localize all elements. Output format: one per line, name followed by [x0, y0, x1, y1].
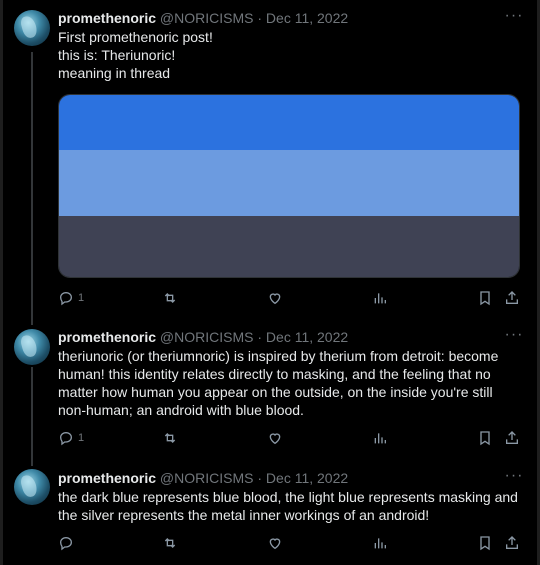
- bookmark-icon: [480, 536, 490, 551]
- display-name[interactable]: promethenoric: [58, 10, 156, 26]
- flag-image[interactable]: [58, 94, 520, 278]
- separator: ·: [257, 470, 263, 486]
- separator: ·: [257, 329, 263, 345]
- flag-stripe-silver: [59, 216, 519, 277]
- share-button[interactable]: [504, 290, 520, 306]
- tweet-text-line: non-human; an android with blue blood.: [58, 402, 304, 418]
- action-bar: 1: [58, 290, 528, 310]
- tweet-header: promethenoric @NORICISMS · Dec 11, 2022: [58, 9, 348, 27]
- more-options-icon[interactable]: ···: [503, 468, 525, 488]
- bookmark-button[interactable]: [477, 430, 493, 446]
- bookmark-button[interactable]: [477, 535, 493, 551]
- tweet-text-line: meaning in thread: [58, 65, 171, 81]
- reply-icon: [59, 431, 73, 446]
- tweet[interactable]: promethenoric @NORICISMS · Dec 11, 2022 …: [0, 460, 540, 565]
- share-icon: [506, 431, 518, 444]
- like-icon: [269, 293, 281, 305]
- share-button[interactable]: [504, 430, 520, 446]
- flag-stripe-light-blue: [59, 150, 519, 216]
- tweet-text: the dark blue represents blue blood, the…: [58, 488, 528, 524]
- retweet-icon: [164, 433, 176, 443]
- views-button[interactable]: [372, 430, 388, 446]
- tweet-text-line: the dark blue represents blue blood, the…: [58, 489, 518, 505]
- share-icon: [506, 536, 518, 549]
- like-button[interactable]: [267, 290, 283, 306]
- like-icon: [269, 433, 281, 445]
- views-icon: [374, 538, 386, 549]
- retweet-button[interactable]: [162, 430, 178, 446]
- tweet-text-line: matter how human you appear on the outsi…: [58, 384, 493, 400]
- avatar[interactable]: [14, 469, 50, 505]
- reply-count: 1: [78, 432, 85, 444]
- reply-icon: [59, 291, 73, 306]
- bookmark-icon: [480, 431, 490, 446]
- tweet[interactable]: promethenoric @NORICISMS · Dec 11, 2022 …: [0, 0, 540, 320]
- tweet-text: theriunoric (or theriumnoric) is inspire…: [58, 347, 528, 419]
- reply-count: 1: [78, 292, 85, 304]
- tweet-header: promethenoric @NORICISMS · Dec 11, 2022: [58, 328, 348, 346]
- reply-icon: [59, 536, 73, 551]
- reply-button[interactable]: 1: [58, 430, 84, 446]
- views-icon: [374, 433, 386, 444]
- share-icon: [506, 291, 518, 304]
- tweet-header: promethenoric @NORICISMS · Dec 11, 2022: [58, 469, 348, 487]
- retweet-icon: [164, 293, 176, 303]
- views-icon: [374, 293, 386, 304]
- views-button[interactable]: [372, 535, 388, 551]
- tweet-text-line: theriunoric (or theriumnoric) is inspire…: [58, 348, 499, 364]
- like-icon: [269, 538, 281, 550]
- bookmark-button[interactable]: [477, 290, 493, 306]
- like-button[interactable]: [267, 430, 283, 446]
- tweet-text-line: the silver represents the metal inner wo…: [58, 507, 430, 523]
- more-options-icon[interactable]: ···: [503, 327, 525, 347]
- timestamp[interactable]: Dec 11, 2022: [266, 470, 348, 486]
- timestamp[interactable]: Dec 11, 2022: [266, 10, 348, 26]
- display-name[interactable]: promethenoric: [58, 470, 156, 486]
- separator: ·: [257, 10, 263, 26]
- tweet-text-line: human! this identity relates directly to…: [58, 366, 491, 382]
- avatar[interactable]: [14, 10, 50, 46]
- retweet-icon: [164, 538, 176, 548]
- bookmark-icon: [480, 291, 490, 306]
- action-bar: 1: [58, 430, 528, 450]
- reply-button[interactable]: [58, 535, 78, 551]
- views-button[interactable]: [372, 290, 388, 306]
- action-bar: [58, 535, 528, 555]
- handle[interactable]: @NORICISMS: [160, 10, 254, 26]
- flag-stripe-dark-blue: [59, 95, 519, 150]
- retweet-button[interactable]: [162, 535, 178, 551]
- more-options-icon[interactable]: ···: [503, 8, 525, 28]
- tweet-text-line: First promethenoric post!: [58, 29, 213, 45]
- handle[interactable]: @NORICISMS: [160, 470, 254, 486]
- tweet[interactable]: promethenoric @NORICISMS · Dec 11, 2022 …: [0, 320, 540, 460]
- tweet-text-line: this is: Theriunoric!: [58, 47, 176, 63]
- handle[interactable]: @NORICISMS: [160, 329, 254, 345]
- retweet-button[interactable]: [162, 290, 178, 306]
- avatar[interactable]: [14, 329, 50, 365]
- display-name[interactable]: promethenoric: [58, 329, 156, 345]
- tweet-text: First promethenoric post! this is: Theri…: [58, 28, 528, 82]
- reply-button[interactable]: 1: [58, 290, 84, 306]
- share-button[interactable]: [504, 535, 520, 551]
- like-button[interactable]: [267, 535, 283, 551]
- timestamp[interactable]: Dec 11, 2022: [266, 329, 348, 345]
